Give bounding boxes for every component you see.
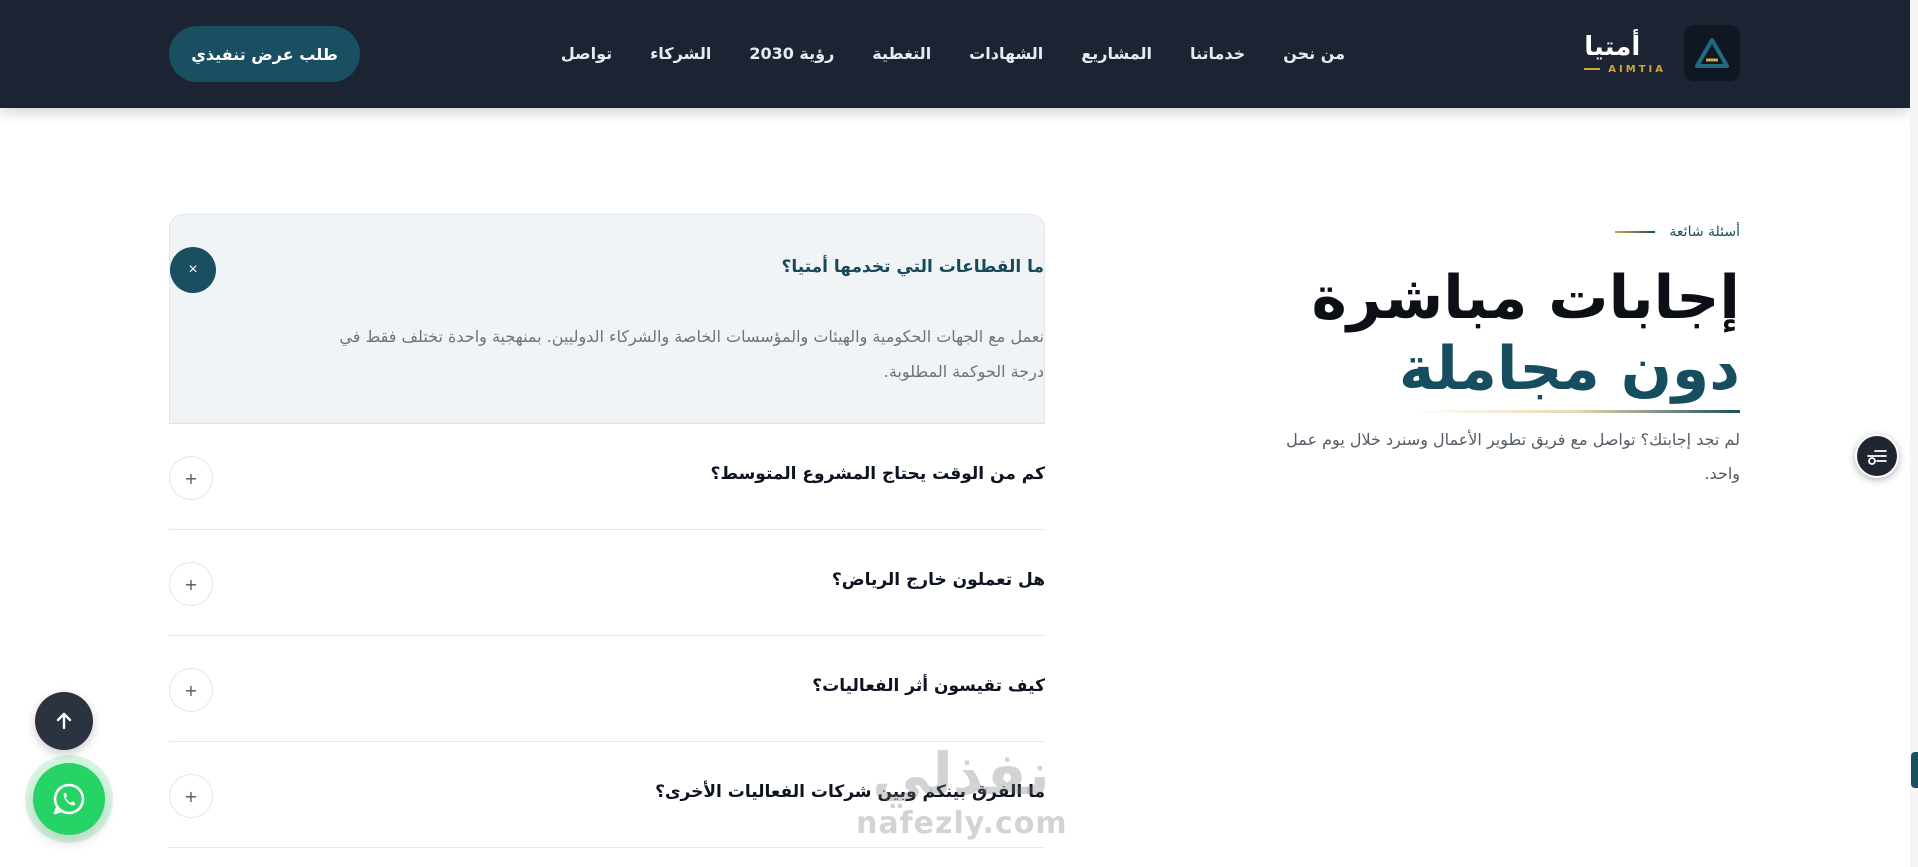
close-icon[interactable]: × [170,247,216,293]
scroll-top-button[interactable] [35,692,93,750]
brand-divider [1584,68,1601,70]
brand[interactable]: أمتيا AIMTIA [1584,24,1740,82]
plus-icon[interactable]: + [169,668,213,712]
brand-text: أمتيا AIMTIA [1584,32,1666,75]
eyebrow-text: أسئلة شائعة [1669,224,1740,240]
whatsapp-icon [53,783,85,815]
plus-icon[interactable]: + [169,456,213,500]
arrow-up-icon [56,712,72,730]
nav-services[interactable]: خدماتنا [1190,44,1245,63]
faq-question[interactable]: كم من الوقت يحتاج المشروع المتوسط؟ [711,464,1046,484]
whatsapp-button[interactable] [33,763,105,835]
faq-item-open[interactable]: ما القطاعات التي تخدمها أمتيا؟ × نعمل مع… [169,214,1045,424]
faq-intro: أسئلة شائعة إجابات مباشرة دون مجاملة لم … [1220,224,1740,491]
plus-icon[interactable]: + [169,774,213,818]
nav-coverage[interactable]: التغطية [872,44,931,63]
faq-question[interactable]: كيف تقيسون أثر الفعاليات؟ [812,676,1045,696]
brand-sub: AIMTIA [1584,64,1666,75]
side-tab[interactable] [1911,752,1918,788]
faq-question[interactable]: هل تعملون خارج الرياض؟ [832,570,1045,590]
nav-about[interactable]: من نحن [1283,44,1345,63]
nav-certificates[interactable]: الشهادات [969,44,1043,63]
headline-accent: دون مجاملة [1398,334,1740,404]
scrollbar[interactable] [1910,0,1918,867]
settings-widget-button[interactable] [1855,434,1899,478]
nav-partners[interactable]: الشركاء [650,44,711,63]
site-header: أمتيا AIMTIA من نحن خدماتنا المشاريع الش… [0,0,1910,108]
main-nav: من نحن خدماتنا المشاريع الشهادات التغطية… [561,40,1345,66]
faq-question[interactable]: ما الفرق بينكم وبين شركات الفعاليات الأخ… [655,782,1045,802]
triangle-a-logo-icon [1684,25,1740,81]
eyebrow: أسئلة شائعة [1220,224,1740,240]
brand-latin: AIMTIA [1608,63,1666,75]
nav-projects[interactable]: المشاريع [1081,44,1152,63]
headline-underline [1414,410,1740,413]
faq-accordion: ما القطاعات التي تخدمها أمتيا؟ × نعمل مع… [169,214,1045,848]
faq-answer: نعمل مع الجهات الحكومية والهيئات والمؤسس… [339,327,1044,381]
faq-item[interactable]: هل تعملون خارج الرياض؟ + [169,530,1045,636]
brand-name: أمتيا [1584,31,1641,62]
nav-contact[interactable]: تواصل [561,44,612,63]
plus-icon[interactable]: + [169,562,213,606]
nav-vision-2030[interactable]: رؤية 2030 [749,44,834,63]
sliders-icon [1867,450,1887,465]
faq-item[interactable]: كيف تقيسون أثر الفعاليات؟ + [169,636,1045,742]
faq-question[interactable]: ما القطاعات التي تخدمها أمتيا؟ [782,257,1044,277]
request-offer-button[interactable]: طلب عرض تنفيذي [169,26,360,82]
faq-item[interactable]: كم من الوقت يحتاج المشروع المتوسط؟ + [169,424,1045,530]
intro-description: لم تجد إجابتك؟ تواصل مع فريق تطوير الأعم… [1286,430,1740,483]
headline-primary: إجابات مباشرة [1311,263,1741,333]
faq-item[interactable]: ما الفرق بينكم وبين شركات الفعاليات الأخ… [169,742,1045,848]
eyebrow-line [1615,231,1656,233]
